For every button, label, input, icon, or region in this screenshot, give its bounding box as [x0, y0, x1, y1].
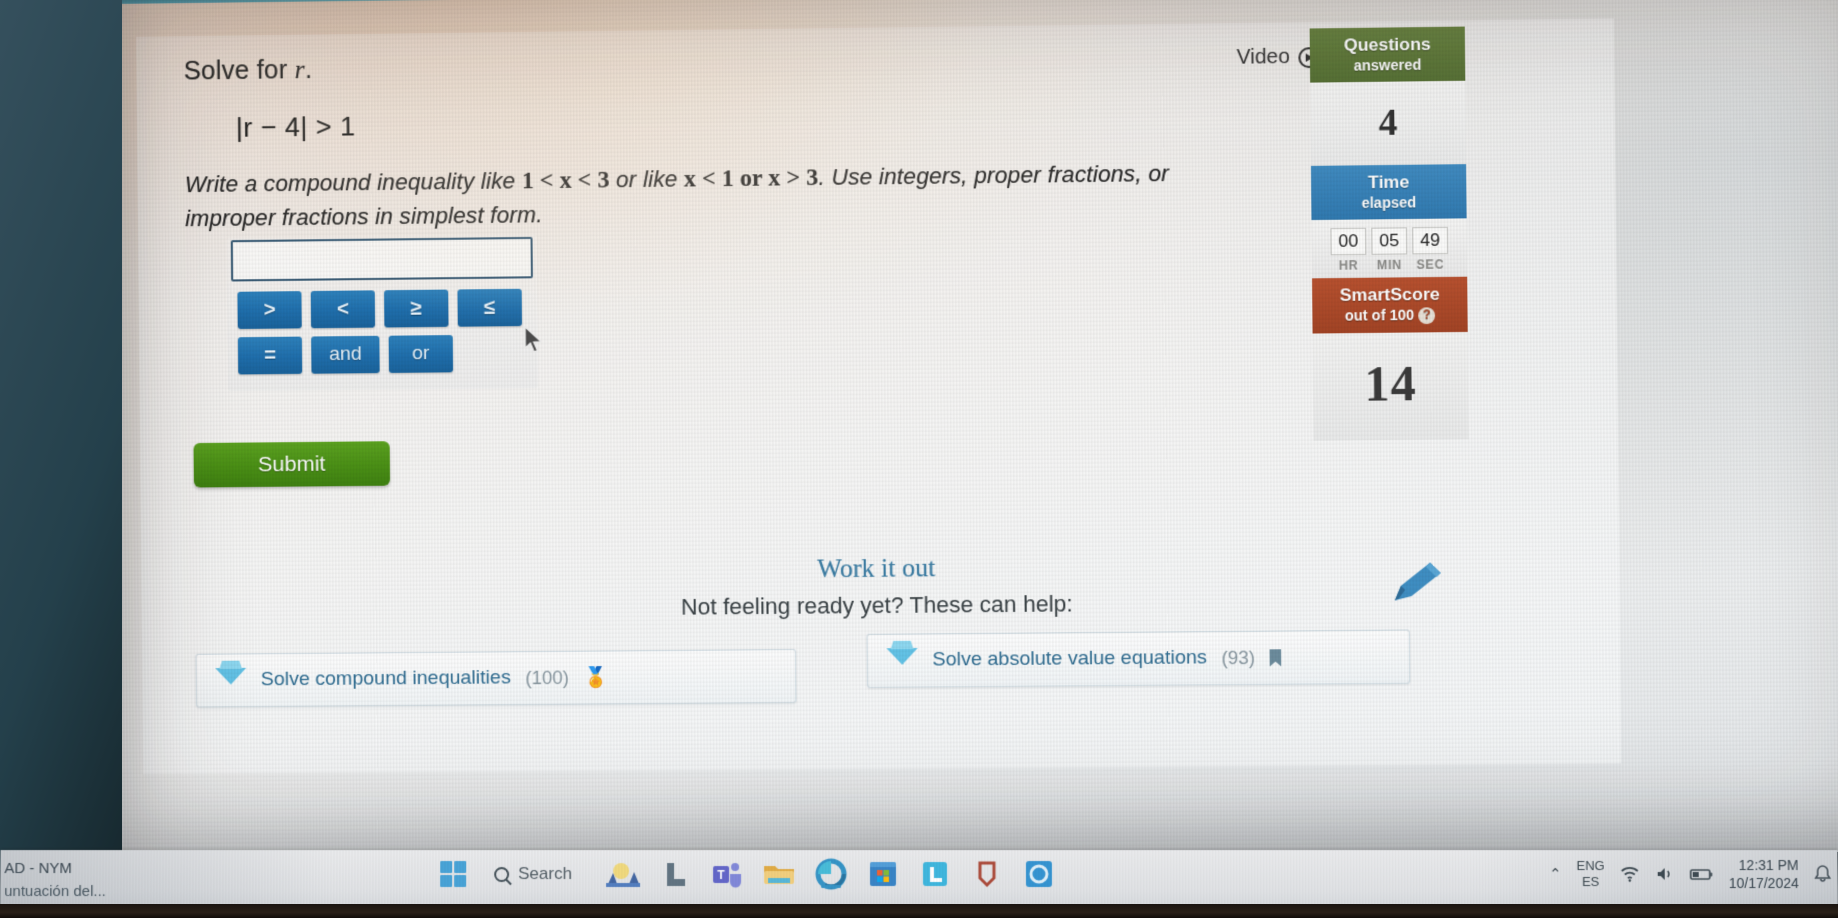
submit-button[interactable]: Submit [193, 441, 391, 488]
video-link[interactable]: Video [1237, 45, 1320, 70]
language-line1: ENG [1576, 857, 1605, 873]
diamond-icon [886, 648, 917, 673]
smartscore-title: SmartScore [1339, 284, 1440, 306]
wifi-icon[interactable] [1620, 865, 1640, 883]
medal-icon: 🏅 [583, 667, 608, 690]
page-title: Solve for r. [183, 55, 313, 86]
question-instruction: Write a compound inequality like 1 < x <… [184, 160, 1170, 232]
clock-date: 10/17/2024 [1728, 875, 1799, 892]
questions-answered-subtitle: answered [1353, 55, 1422, 74]
video-label: Video [1236, 45, 1290, 69]
speaker-icon[interactable] [1655, 865, 1675, 883]
language-line2: ES [1581, 874, 1600, 890]
help-card-count: (100) [525, 666, 569, 688]
help-card-label: Solve compound inequalities [260, 666, 511, 691]
keypad-equals-button[interactable]: = [237, 336, 303, 375]
file-explorer-icon[interactable] [762, 858, 796, 890]
smartscore-subtitle: out of 100 [1344, 306, 1415, 324]
circle-app-icon[interactable] [1022, 858, 1056, 890]
clock-time: 12:31 PM [1738, 857, 1799, 874]
time-elapsed-header: Time elapsed [1310, 164, 1467, 220]
search-icon [494, 866, 510, 882]
help-card-compound-inequalities[interactable]: Solve compound inequalities (100) 🏅 [195, 648, 797, 708]
monitor-screen: Solve for r. |r − 4| > 1 Write a compoun… [122, 0, 1838, 852]
teams-app-icon[interactable]: T [710, 858, 744, 890]
help-card-count: (93) [1221, 646, 1256, 668]
questions-answered-value: 4 [1378, 101, 1398, 144]
search-placeholder: Search [518, 864, 573, 884]
time-elapsed-title: Time [1367, 172, 1410, 193]
question-expression: |r − 4| > 1 [235, 110, 356, 143]
timer-seconds: 49 [1412, 226, 1449, 255]
keypad-greater-equal-button[interactable]: ≥ [384, 289, 449, 328]
wall-left [0, 0, 130, 870]
help-card-absolute-value-equations[interactable]: Solve absolute value equations (93) [866, 629, 1411, 688]
diamond-icon [215, 668, 246, 693]
keypad-less-equal-button[interactable]: ≤ [457, 288, 523, 327]
battery-icon[interactable] [1690, 866, 1714, 882]
timer-seconds-label: SEC [1416, 257, 1445, 272]
language-indicator[interactable]: ENG ES [1576, 858, 1604, 890]
help-card-label: Solve absolute value equations [932, 646, 1207, 671]
taskbar-overflow-line2: untuación del... [4, 882, 107, 900]
start-button-icon[interactable] [440, 861, 467, 888]
taskbar-overflow-text: AD - NYM untuación del... [4, 858, 106, 903]
pencil-icon [1394, 562, 1441, 601]
clock[interactable]: 12:31 PM 10/17/2024 [1728, 856, 1799, 892]
smartscore-value: 14 [1364, 356, 1418, 413]
mouse-cursor [524, 325, 542, 353]
taskbar-overflow-line1: AD - NYM [4, 860, 72, 878]
shield-app-icon[interactable] [970, 858, 1004, 890]
svg-text:T: T [717, 868, 725, 882]
edge-browser-icon[interactable] [814, 858, 848, 890]
timer-hours-label: HR [1338, 257, 1359, 273]
search-input[interactable]: Search [484, 859, 588, 889]
operator-keypad: > < ≥ ≤ = and or [237, 288, 523, 383]
timer-digits: 00 05 49 [1312, 226, 1467, 256]
keypad-less-than-button[interactable]: < [310, 290, 376, 329]
score-sidebar: Questions answered 4 Time elapsed 00 05 … [1309, 26, 1469, 441]
timer-minutes-label: MIN [1376, 257, 1402, 273]
smartscore-header: SmartScore out of 100? [1312, 276, 1468, 334]
bookmark-icon [1270, 649, 1282, 667]
timer-labels: HR MIN SEC [1312, 257, 1467, 273]
timer-hours: 00 [1330, 227, 1367, 256]
notification-bell-icon[interactable] [1814, 864, 1832, 884]
keypad-greater-than-button[interactable]: > [237, 291, 302, 329]
monitor-bezel-bottom [0, 904, 1838, 918]
copilot-app-icon[interactable] [658, 858, 692, 890]
smartscore-subtitle-wrap: out of 100? [1319, 306, 1462, 325]
questions-answered-header: Questions answered [1309, 26, 1466, 83]
answer-input[interactable] [230, 236, 533, 282]
questions-answered-title: Questions [1343, 34, 1431, 56]
timer-body: 00 05 49 HR MIN SEC [1311, 218, 1468, 279]
keypad-row-1: > < ≥ ≤ [237, 288, 523, 329]
keypad-and-button[interactable]: and [311, 335, 380, 374]
chevron-up-icon[interactable]: ⌃ [1549, 865, 1562, 883]
linkedin-app-icon[interactable] [918, 858, 952, 890]
weather-widget-icon[interactable] [606, 858, 641, 890]
timer-minutes: 05 [1371, 227, 1408, 255]
help-icon[interactable]: ? [1418, 307, 1436, 325]
smartscore-body: 14 [1312, 331, 1469, 441]
microsoft-store-icon[interactable] [866, 858, 900, 890]
keypad-row-2: = and or [237, 334, 523, 375]
questions-answered-body: 4 [1310, 80, 1467, 166]
time-elapsed-subtitle: elapsed [1361, 193, 1417, 211]
taskbar-center: Search T [440, 858, 1056, 890]
system-tray: ⌃ ENG ES 12:31 PM 10/17/2024 [1549, 856, 1832, 892]
keypad-or-button[interactable]: or [388, 335, 454, 373]
